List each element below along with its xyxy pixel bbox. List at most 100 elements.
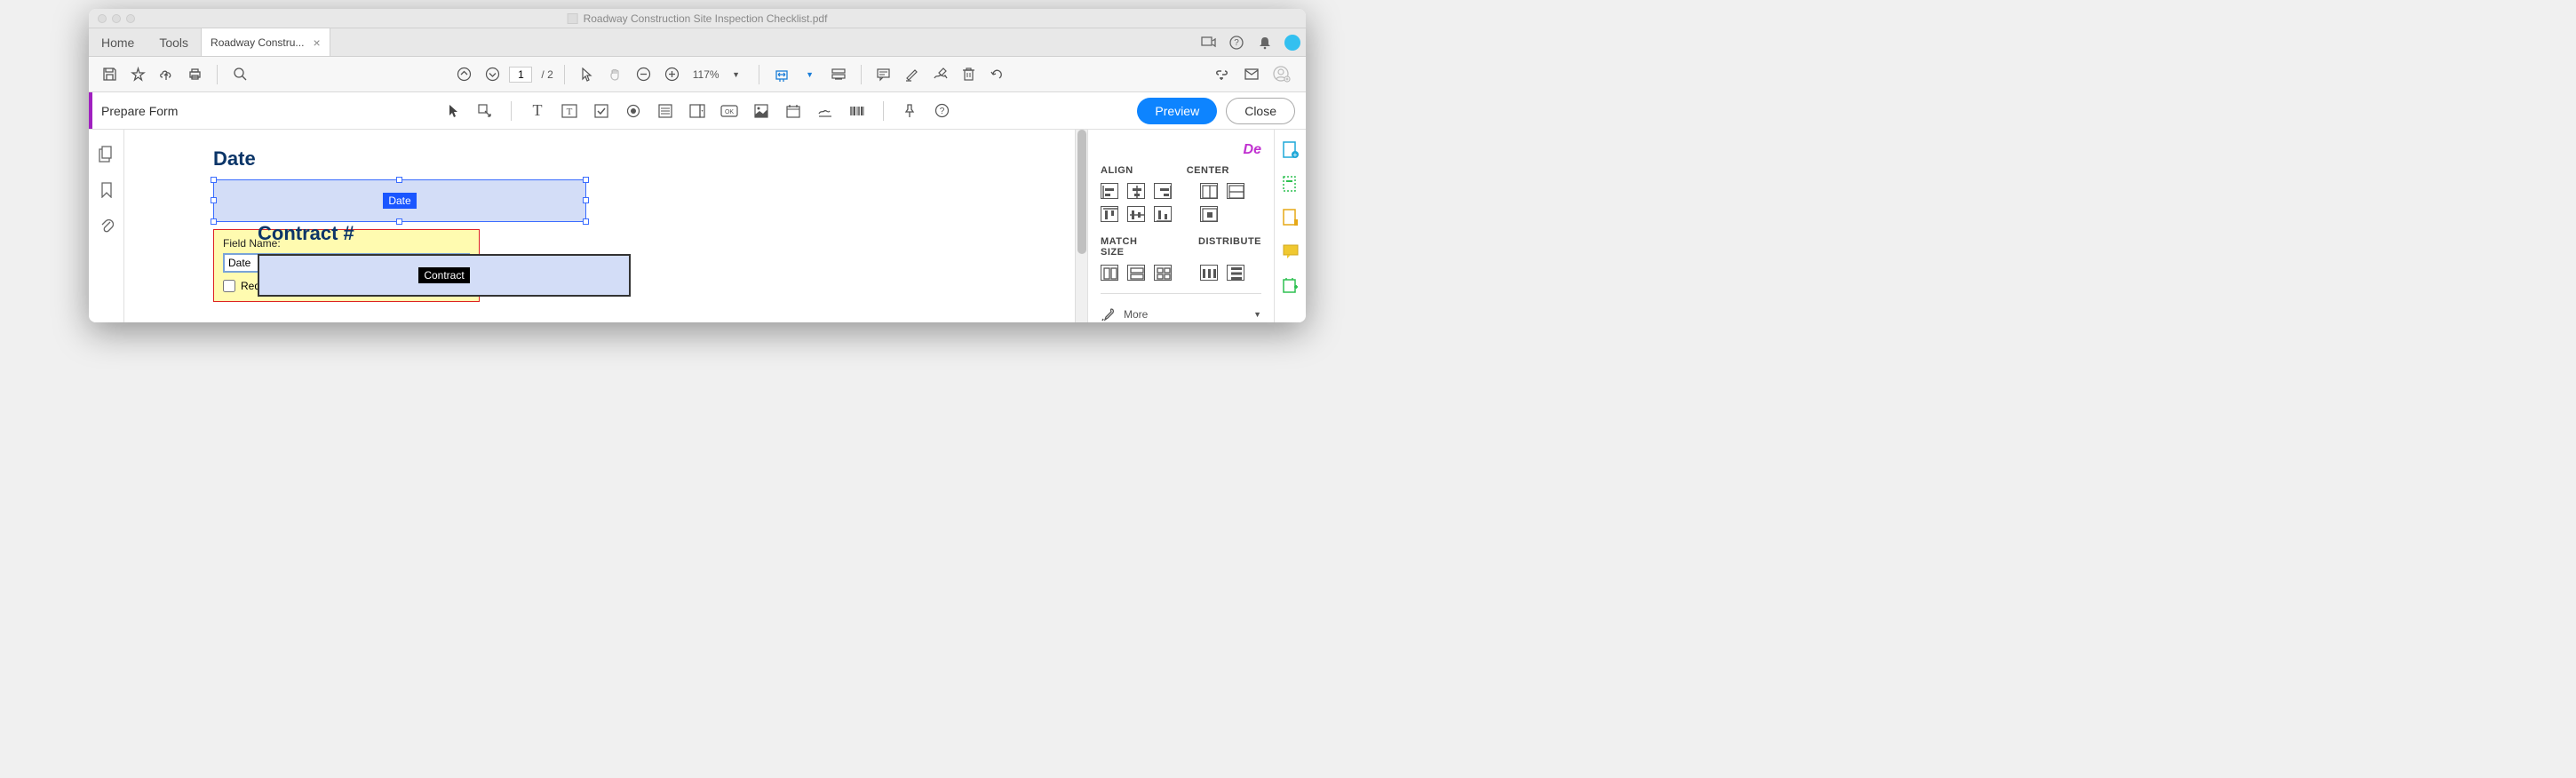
close-window-icon[interactable] [98,14,107,23]
main-toolbar: / 2 117% ▼ ▼ [89,57,1306,92]
page-number-input[interactable] [509,67,532,83]
match-width-icon[interactable] [1101,265,1118,281]
page-down-icon[interactable] [481,63,504,86]
device-icon[interactable] [1199,34,1217,52]
undo-icon[interactable] [986,63,1009,86]
align-right-icon[interactable] [1154,183,1172,199]
distribute-horizontal-icon[interactable] [1200,265,1218,281]
comment-tool-icon[interactable] [1281,242,1300,261]
page-up-icon[interactable] [452,63,475,86]
select-tool-icon[interactable] [441,99,465,123]
date-label: Date [213,147,586,171]
window-title: Roadway Construction Site Inspection Che… [568,12,828,25]
email-icon[interactable] [1240,63,1263,86]
checkbox-icon[interactable] [590,99,613,123]
date-field-icon[interactable] [782,99,805,123]
bookmark-panel-icon[interactable] [100,182,113,198]
window-controls [89,14,135,23]
zoom-level[interactable]: 117% [693,68,720,81]
signature-field-icon[interactable] [814,99,837,123]
align-top-icon[interactable] [1101,206,1118,222]
radio-icon[interactable] [622,99,645,123]
close-button[interactable]: Close [1226,98,1295,124]
titlebar: Roadway Construction Site Inspection Che… [89,9,1306,28]
svg-text:?: ? [1234,38,1239,48]
signature-preview: De [1101,142,1261,158]
star-icon[interactable] [126,63,149,86]
close-tab-icon[interactable]: × [313,36,320,50]
export-pdf-icon[interactable] [1281,208,1300,227]
center-vertical-icon[interactable] [1227,183,1244,199]
sign-icon[interactable] [929,63,952,86]
required-checkbox-input[interactable] [223,280,235,292]
tab-tools[interactable]: Tools [147,28,201,56]
trash-icon[interactable] [958,63,981,86]
match-section-title: MATCH SIZE [1101,236,1163,258]
align-bottom-icon[interactable] [1154,206,1172,222]
zoom-dropdown-icon[interactable]: ▼ [725,63,748,86]
chevron-down-icon: ▼ [1253,310,1261,319]
fit-dropdown-icon[interactable]: ▼ [799,63,822,86]
help-icon[interactable]: ? [1228,34,1245,52]
bell-icon[interactable] [1256,34,1274,52]
zoom-in-icon[interactable] [661,63,684,86]
svg-text:+: + [1292,151,1297,159]
list-icon[interactable] [654,99,677,123]
svg-text:?: ? [939,107,944,116]
save-icon[interactable] [98,63,121,86]
attachment-panel-icon[interactable] [99,218,114,234]
profile-icon[interactable] [1270,63,1293,86]
distribute-vertical-icon[interactable] [1227,265,1244,281]
svg-text:T: T [567,107,573,117]
center-horizontal-icon[interactable] [1200,183,1218,199]
edit-pdf-icon[interactable] [1281,174,1300,194]
pages-panel-icon[interactable] [99,146,114,163]
contract-form-field[interactable]: Contract [258,254,631,297]
organize-pdf-icon[interactable] [1281,275,1300,295]
edit-fields-icon[interactable] [473,99,497,123]
link-icon[interactable] [1210,63,1233,86]
more-label: More [1124,308,1148,321]
zoom-window-icon[interactable] [126,14,135,23]
text-field-icon[interactable]: T [526,99,549,123]
image-field-icon[interactable] [750,99,773,123]
align-middle-icon[interactable] [1127,206,1145,222]
print-icon[interactable] [183,63,206,86]
barcode-icon[interactable] [846,99,869,123]
pdf-file-icon [568,13,578,24]
highlight-icon[interactable] [901,63,924,86]
align-center-icon[interactable] [1127,183,1145,199]
tab-document[interactable]: Roadway Constru... × [201,28,330,56]
preview-button[interactable]: Preview [1137,98,1217,124]
cloud-upload-icon[interactable] [155,63,178,86]
help-icon[interactable]: ? [930,99,953,123]
create-pdf-icon[interactable]: + [1281,140,1300,160]
scrollbar[interactable] [1075,130,1087,322]
match-both-icon[interactable] [1154,265,1172,281]
text-field-box-icon[interactable]: T [558,99,581,123]
scroll-thumb[interactable] [1077,130,1086,254]
align-left-icon[interactable] [1101,183,1118,199]
right-rail: + [1274,130,1306,322]
fit-width-icon[interactable] [770,63,793,86]
hand-icon[interactable] [604,63,627,86]
main-area: Date Date Field Name: Required [89,130,1306,322]
search-icon[interactable] [228,63,251,86]
dropdown-icon[interactable] [686,99,709,123]
pin-icon[interactable] [898,99,921,123]
button-icon[interactable]: OK [718,99,741,123]
center-both-icon[interactable] [1200,206,1218,222]
more-dropdown[interactable]: More ▼ [1101,306,1261,322]
tab-document-label: Roadway Constru... [211,36,304,49]
zoom-out-icon[interactable] [632,63,656,86]
tab-home[interactable]: Home [89,28,147,56]
distribute-section-title: DISTRIBUTE [1198,236,1261,258]
match-height-icon[interactable] [1127,265,1145,281]
pointer-icon[interactable] [576,63,599,86]
date-form-field[interactable]: Date [213,179,586,222]
wrench-icon [1101,306,1117,322]
minimize-window-icon[interactable] [112,14,121,23]
account-avatar[interactable] [1284,35,1300,51]
page-view-icon[interactable] [827,63,850,86]
comment-icon[interactable] [872,63,895,86]
